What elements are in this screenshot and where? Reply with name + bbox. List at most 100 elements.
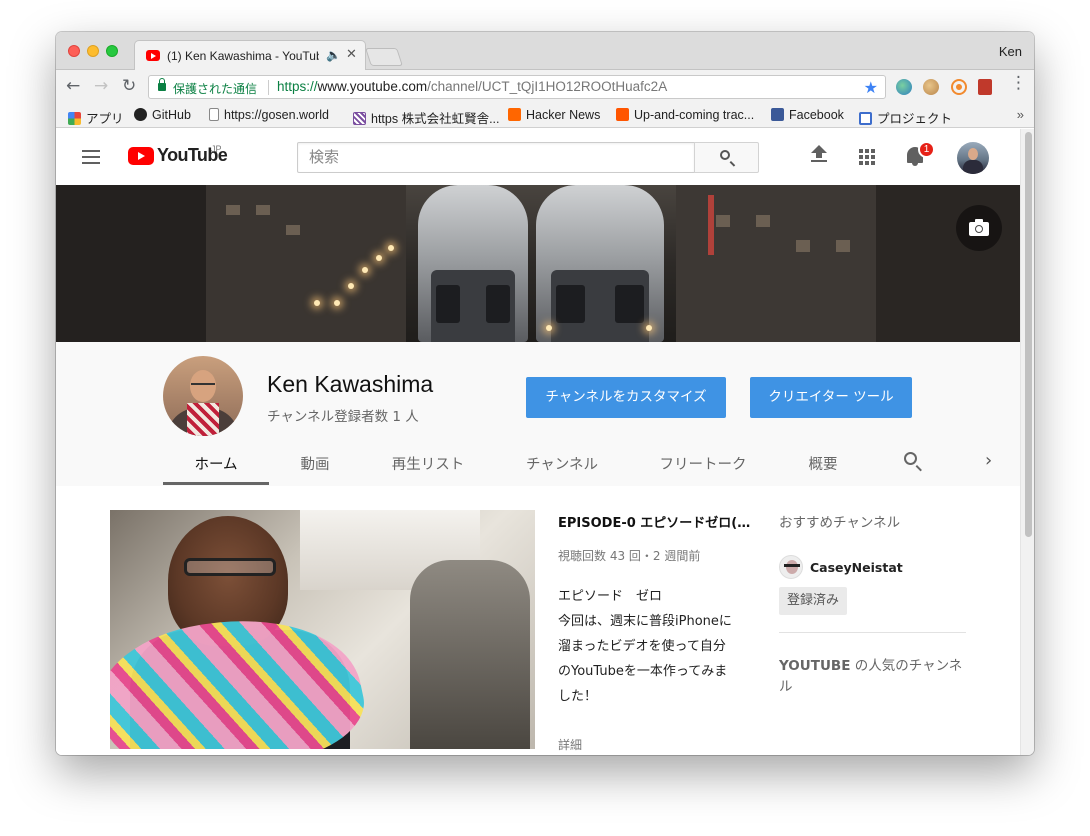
hacker-news-icon (508, 108, 521, 121)
url-host: www.youtube.com (317, 79, 428, 94)
speaker-icon[interactable]: 🔈 (326, 48, 341, 62)
recommended-channels-title: おすすめチャンネル (779, 515, 901, 531)
omnibox-divider (268, 80, 269, 95)
bookmark-project[interactable]: プロジェクト (859, 108, 952, 127)
browser-toolbar: ← → ↻ 保護された通信 https://www.youtube.com/ch… (56, 70, 1034, 104)
recommended-channel-name[interactable]: CaseyNeistat (810, 560, 903, 575)
bookmark-label: https 株式会社虹賢舎... (371, 112, 500, 126)
url-scheme: https:// (277, 79, 318, 94)
description-line: のYouTubeを一本作ってみま (558, 664, 728, 679)
channel-avatar[interactable] (163, 356, 243, 436)
creator-tools-button[interactable]: クリエイター ツール (750, 377, 912, 418)
zoom-window-button[interactable] (106, 45, 118, 57)
page-icon (209, 108, 219, 121)
description-line: 今回は、週末に普段iPhoneに (558, 614, 732, 629)
search-icon (720, 150, 730, 160)
bookmark-label: GitHub (152, 108, 191, 122)
description-line: した！ (558, 689, 598, 704)
tab-home[interactable]: ホーム (163, 453, 269, 474)
chip-icon (859, 112, 872, 125)
bookmark-apps[interactable]: アプリ (68, 108, 124, 127)
tab-bar: (1) Ken Kawashima - YouTube 🔈 ✕ Ken (56, 32, 1034, 70)
bookmark-label: Hacker News (526, 108, 601, 122)
sidebar-divider (779, 632, 966, 633)
bookmarks-overflow-chevron-icon[interactable]: » (1017, 107, 1024, 122)
globe-extension-icon[interactable] (896, 79, 912, 95)
customize-channel-button[interactable]: チャンネルをカスタマイズ (526, 377, 726, 418)
lock-icon[interactable] (158, 78, 166, 91)
tabs-next-chevron-icon[interactable]: › (985, 450, 992, 471)
browser-tab-youtube[interactable]: (1) Ken Kawashima - YouTube 🔈 ✕ (134, 40, 366, 70)
scrollbar-thumb[interactable] (1025, 132, 1032, 537)
bookmark-gosen[interactable]: https://gosen.world (209, 108, 329, 122)
home-content: EPISODE-0 エピソードゼロ(2... 視聴回数 43 回・2 週間前 エ… (56, 486, 1020, 755)
search-input[interactable] (298, 143, 694, 172)
secure-connection-label[interactable]: 保護された通信 (173, 80, 257, 97)
youtube-favicon-icon (146, 50, 160, 61)
featured-video-player[interactable] (110, 510, 535, 749)
tab-channels[interactable]: チャンネル (512, 453, 612, 474)
address-bar[interactable]: 保護された通信 https://www.youtube.com/channel/… (148, 75, 886, 99)
notification-count-badge[interactable]: 1 (918, 141, 935, 158)
forward-arrow-icon[interactable]: → (94, 76, 108, 96)
bookmark-hacker-news[interactable]: Hacker News (508, 108, 600, 122)
bookmark-label: Up-and-coming trac... (634, 108, 755, 122)
youtube-page: YouTube JP 1 (56, 129, 1020, 755)
search-icon (904, 452, 917, 465)
search-box[interactable] (297, 142, 695, 173)
bookmarks-bar: アプリ GitHub https://gosen.world https 株式会… (56, 104, 1034, 128)
lifebuoy-extension-icon[interactable] (953, 81, 965, 93)
featured-video-title[interactable]: EPISODE-0 エピソードゼロ(2... (558, 512, 758, 531)
github-icon (134, 108, 147, 121)
bookmark-star-icon[interactable]: ★ (864, 78, 878, 98)
change-banner-button[interactable] (956, 205, 1002, 251)
tab-playlists[interactable]: 再生リスト (378, 453, 478, 474)
account-avatar[interactable] (957, 142, 989, 174)
browser-profile-name[interactable]: Ken (999, 44, 1022, 59)
search-button[interactable] (694, 142, 759, 173)
browser-window: (1) Ken Kawashima - YouTube 🔈 ✕ Ken ← → … (56, 32, 1034, 755)
description-line: エピソード ゼロ (558, 589, 663, 604)
channel-search-button[interactable] (904, 452, 920, 468)
channel-banner-image (56, 185, 1020, 342)
active-tab-indicator (163, 482, 269, 485)
featured-video-meta: 視聴回数 43 回・2 週間前 (558, 549, 701, 563)
minimize-window-button[interactable] (87, 45, 99, 57)
camera-icon (969, 219, 989, 236)
facebook-icon (771, 108, 784, 121)
bookmark-label: Facebook (789, 108, 844, 122)
read-more-link[interactable]: 詳細 (558, 736, 582, 753)
close-window-button[interactable] (68, 45, 80, 57)
recommended-channel-avatar[interactable] (779, 555, 803, 579)
url-path: /channel/UCT_tQjI1HO12ROOtHuafc2A (427, 79, 668, 94)
bookmark-facebook[interactable]: Facebook (771, 108, 844, 122)
bookmark-kokenja[interactable]: https 株式会社虹賢舎... (353, 108, 500, 127)
tab-videos[interactable]: 動画 (286, 453, 344, 474)
new-tab-button[interactable] (365, 48, 403, 66)
book-extension-icon[interactable] (978, 79, 992, 95)
bookmark-label: アプリ (86, 112, 124, 126)
bookmark-label: プロジェクト (877, 112, 953, 126)
youtube-logo-icon[interactable] (128, 147, 154, 165)
back-arrow-icon[interactable]: ← (66, 76, 80, 96)
cookie-extension-icon[interactable] (923, 79, 939, 95)
subscribed-button[interactable]: 登録済み (779, 587, 848, 615)
subscriber-count: チャンネル登録者数 1 人 (267, 409, 419, 425)
close-icon[interactable]: ✕ (346, 47, 357, 62)
url-text[interactable]: https://www.youtube.com/channel/UCT_tQjI… (277, 79, 667, 94)
bookmark-soundcloud[interactable]: Up-and-coming trac... (616, 108, 754, 122)
upload-icon[interactable] (811, 145, 827, 165)
hamburger-menu-icon[interactable] (82, 150, 100, 164)
tab-about[interactable]: 概要 (794, 453, 852, 474)
popular-prefix: YOUTUBE (779, 658, 851, 674)
page-scrollbar[interactable] (1020, 129, 1034, 755)
channel-name: Ken Kawashima (267, 371, 434, 397)
popular-channels-title[interactable]: YOUTUBE の人気のチャンネル (779, 656, 969, 698)
apps-grid-icon[interactable] (859, 149, 875, 165)
tab-discussion[interactable]: フリートーク (646, 453, 760, 474)
channel-tabs: ホーム 動画 再生リスト チャンネル フリートーク 概要 (56, 442, 1020, 486)
bookmark-github[interactable]: GitHub (134, 108, 191, 122)
reload-icon[interactable]: ↻ (122, 76, 136, 96)
browser-menu-icon[interactable]: ⋮ (1010, 75, 1027, 92)
striped-logo-icon (353, 112, 366, 125)
